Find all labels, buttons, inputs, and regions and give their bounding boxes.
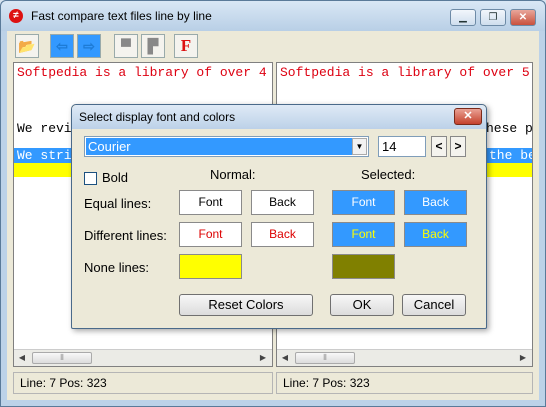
close-button[interactable]: ✕ xyxy=(510,9,536,26)
dialog-title-bar[interactable]: Select display font and colors ✕ xyxy=(72,105,486,129)
window-title: Fast compare text files line by line xyxy=(31,9,212,23)
layout-icon[interactable]: ▀ xyxy=(114,34,138,58)
equal-normal-font-button[interactable]: Font xyxy=(179,190,242,215)
maximize-button[interactable]: ❐ xyxy=(480,9,506,26)
scroll-right-icon[interactable]: ▶ xyxy=(517,352,529,364)
different-normal-font-button[interactable]: Font xyxy=(179,222,242,247)
different-normal-back-button[interactable]: Back xyxy=(251,222,314,247)
none-selected-color-button[interactable] xyxy=(332,254,395,279)
font-name-value: Courier xyxy=(86,138,352,155)
open-folder-icon[interactable]: 📂 xyxy=(15,34,39,58)
reset-colors-button[interactable]: Reset Colors xyxy=(179,294,313,316)
equal-selected-back-button[interactable]: Back xyxy=(404,190,467,215)
font-settings-button[interactable]: F xyxy=(174,34,198,58)
previous-diff-button[interactable]: ⇦ xyxy=(50,34,74,58)
minimize-button[interactable]: ▁ xyxy=(450,9,476,26)
selected-header: Selected: xyxy=(361,167,416,182)
equal-lines-label: Equal lines: xyxy=(84,196,152,211)
status-left: Line: 7 Pos: 323 xyxy=(13,372,273,394)
scroll-right-icon[interactable]: ▶ xyxy=(257,352,269,364)
bold-label: Bold xyxy=(102,170,129,185)
empty-line-highlight xyxy=(486,163,532,177)
font-name-select[interactable]: Courier ▼ xyxy=(84,136,369,157)
title-bar[interactable]: ≠ Fast compare text files line by line ▁… xyxy=(1,1,545,31)
equal-normal-back-button[interactable]: Back xyxy=(251,190,314,215)
font-size-increase-button[interactable]: > xyxy=(450,136,466,157)
dialog-title: Select display font and colors xyxy=(79,110,236,124)
different-selected-font-button[interactable]: Font xyxy=(332,222,395,247)
text-line: Softpedia is a library of over 4 xyxy=(17,65,267,80)
not-equal-icon: ≠ xyxy=(9,9,23,23)
font-colors-dialog: Select display font and colors ✕ Courier… xyxy=(71,104,487,329)
chevron-down-icon[interactable]: ▼ xyxy=(352,138,367,155)
cancel-button[interactable]: Cancel xyxy=(402,294,466,316)
horizontal-scrollbar[interactable]: ◀ ⦀ ▶ xyxy=(277,349,532,366)
different-lines-label: Different lines: xyxy=(84,228,167,243)
next-diff-button[interactable]: ⇨ xyxy=(77,34,101,58)
dialog-close-button[interactable]: ✕ xyxy=(454,108,482,125)
text-line: We revi xyxy=(17,121,72,136)
layout-alt-icon[interactable]: ▛ xyxy=(141,34,165,58)
ok-button[interactable]: OK xyxy=(330,294,394,316)
text-line-selected: the be xyxy=(486,148,532,163)
none-lines-label: None lines: xyxy=(84,260,150,275)
scroll-left-icon[interactable]: ◀ xyxy=(279,352,291,364)
status-right: Line: 7 Pos: 323 xyxy=(276,372,533,394)
bold-checkbox[interactable] xyxy=(84,172,97,185)
scroll-left-icon[interactable]: ◀ xyxy=(16,352,28,364)
normal-header: Normal: xyxy=(210,167,256,182)
scroll-thumb[interactable]: ⦀ xyxy=(295,352,355,364)
none-normal-color-button[interactable] xyxy=(179,254,242,279)
different-selected-back-button[interactable]: Back xyxy=(404,222,467,247)
scroll-thumb[interactable]: ⦀ xyxy=(32,352,92,364)
font-size-input[interactable]: 14 xyxy=(378,136,426,157)
text-line: Softpedia is a library of over 5 xyxy=(280,65,530,80)
equal-selected-font-button[interactable]: Font xyxy=(332,190,395,215)
font-size-decrease-button[interactable]: < xyxy=(431,136,447,157)
text-line: hese p xyxy=(486,121,533,136)
horizontal-scrollbar[interactable]: ◀ ⦀ ▶ xyxy=(14,349,272,366)
